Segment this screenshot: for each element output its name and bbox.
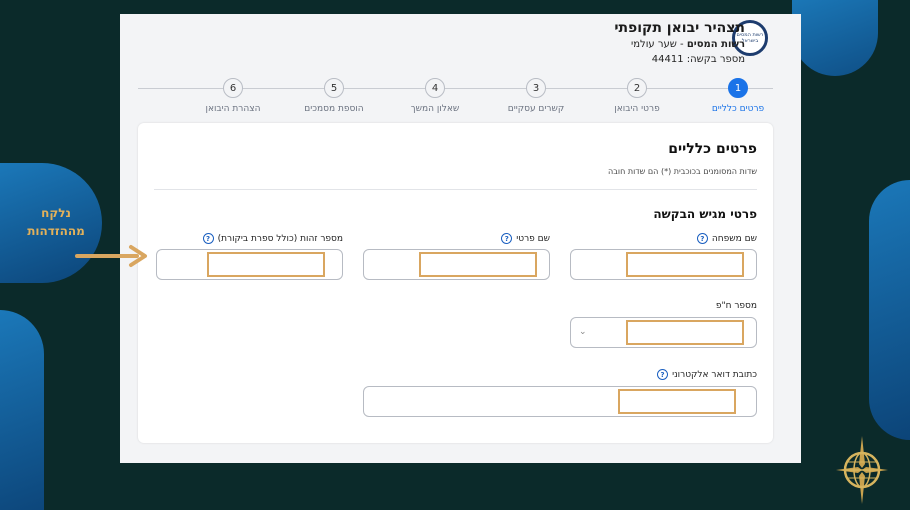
decor-blob-top-right [792, 0, 878, 76]
highlight-box [626, 320, 744, 345]
subsection-title: פרטי מגיש הבקשה [653, 207, 757, 221]
wizard-stepper: 1 פרטים כלליים 2 פרטי היבואן 3 קשרים עסק… [138, 78, 773, 118]
company-number-label: מספר ח"פ [716, 301, 757, 311]
app-panel: רשות המסים בישראל תצהיר יבואן תקופתי רשו… [120, 14, 801, 463]
step-general-details[interactable]: 1 פרטים כלליים [693, 78, 783, 114]
company-number-select[interactable]: ⌄ [570, 317, 757, 348]
help-icon[interactable]: ? [657, 369, 669, 380]
id-number-label-text: מספר זהות (כולל ספרת ביקורת) [217, 233, 343, 244]
callout-line-2: מההזדהות [27, 224, 85, 238]
email-label-text: כתובת דואר אלקטרוני [672, 369, 757, 380]
page-title: תצהיר יבואן תקופתי [614, 20, 745, 36]
help-icon[interactable]: ? [501, 233, 513, 244]
step-label: פרטים כלליים [711, 104, 765, 114]
section-title: פרטים כלליים [668, 141, 757, 157]
email-input[interactable] [363, 386, 757, 417]
step-number: 5 [324, 78, 344, 98]
step-followup-questionnaire[interactable]: 4 שאלון המשך [390, 78, 480, 114]
step-number: 3 [526, 78, 546, 98]
step-label: קשרים עסקיים [507, 104, 565, 114]
first-name-label: שם פרטי ? [501, 233, 550, 244]
step-number: 2 [627, 78, 647, 98]
step-label: הצהרת היבואן [205, 104, 261, 114]
step-number: 4 [425, 78, 445, 98]
highlight-box [626, 252, 744, 277]
highlight-box [419, 252, 537, 277]
id-number-input[interactable] [156, 249, 343, 280]
page-subtitle: רשות המסים - שער עולמי [631, 39, 745, 50]
step-business-relations[interactable]: 3 קשרים עסקיים [491, 78, 581, 114]
required-fields-note: שדות המסומנים בכוכבית (*) הם שדות חובה [608, 167, 757, 176]
chevron-down-icon: ⌄ [579, 327, 587, 337]
first-name-label-text: שם פרטי [516, 233, 550, 244]
request-label: מספר בקשה: [686, 54, 745, 65]
step-importer-details[interactable]: 2 פרטי היבואן [592, 78, 682, 114]
decor-blob-right [869, 180, 910, 440]
request-value: 44411 [651, 54, 684, 65]
first-name-input[interactable] [363, 249, 550, 280]
step-number: 6 [223, 78, 243, 98]
subtitle-rest: - שער עולמי [630, 39, 687, 50]
help-icon[interactable]: ? [696, 233, 708, 244]
last-name-label-text: שם משפחה [711, 233, 757, 244]
compass-globe-emblem-icon [836, 436, 888, 504]
last-name-label: שם משפחה ? [696, 233, 757, 244]
email-label: כתובת דואר אלקטרוני ? [657, 369, 757, 380]
callout-line-1: נלקח [41, 206, 71, 220]
arrow-right-icon [75, 245, 147, 267]
step-add-documents[interactable]: 5 הוספת מסמכים [289, 78, 379, 114]
step-importer-declaration[interactable]: 6 הצהרת היבואן [188, 78, 278, 114]
id-number-label: מספר זהות (כולל ספרת ביקורת) ? [202, 233, 343, 244]
request-number: מספר בקשה: 44411 [652, 54, 745, 65]
decor-blob-bottom-left [0, 310, 44, 510]
step-label: הוספת מסמכים [304, 104, 364, 114]
help-icon[interactable]: ? [202, 233, 214, 244]
subtitle-org: רשות המסים [686, 39, 745, 50]
callout-taken-from-identification: נלקח מההזדהות [26, 204, 86, 240]
highlight-box [618, 389, 736, 414]
form-card: פרטים כלליים שדות המסומנים בכוכבית (*) ה… [138, 123, 773, 443]
last-name-input[interactable] [570, 249, 757, 280]
company-number-label-text: מספר ח"פ [715, 301, 757, 311]
highlight-box [207, 252, 325, 277]
step-label: שאלון המשך [410, 104, 460, 114]
section-divider [154, 189, 757, 190]
step-label: פרטי היבואן [614, 104, 660, 114]
step-number: 1 [728, 78, 748, 98]
